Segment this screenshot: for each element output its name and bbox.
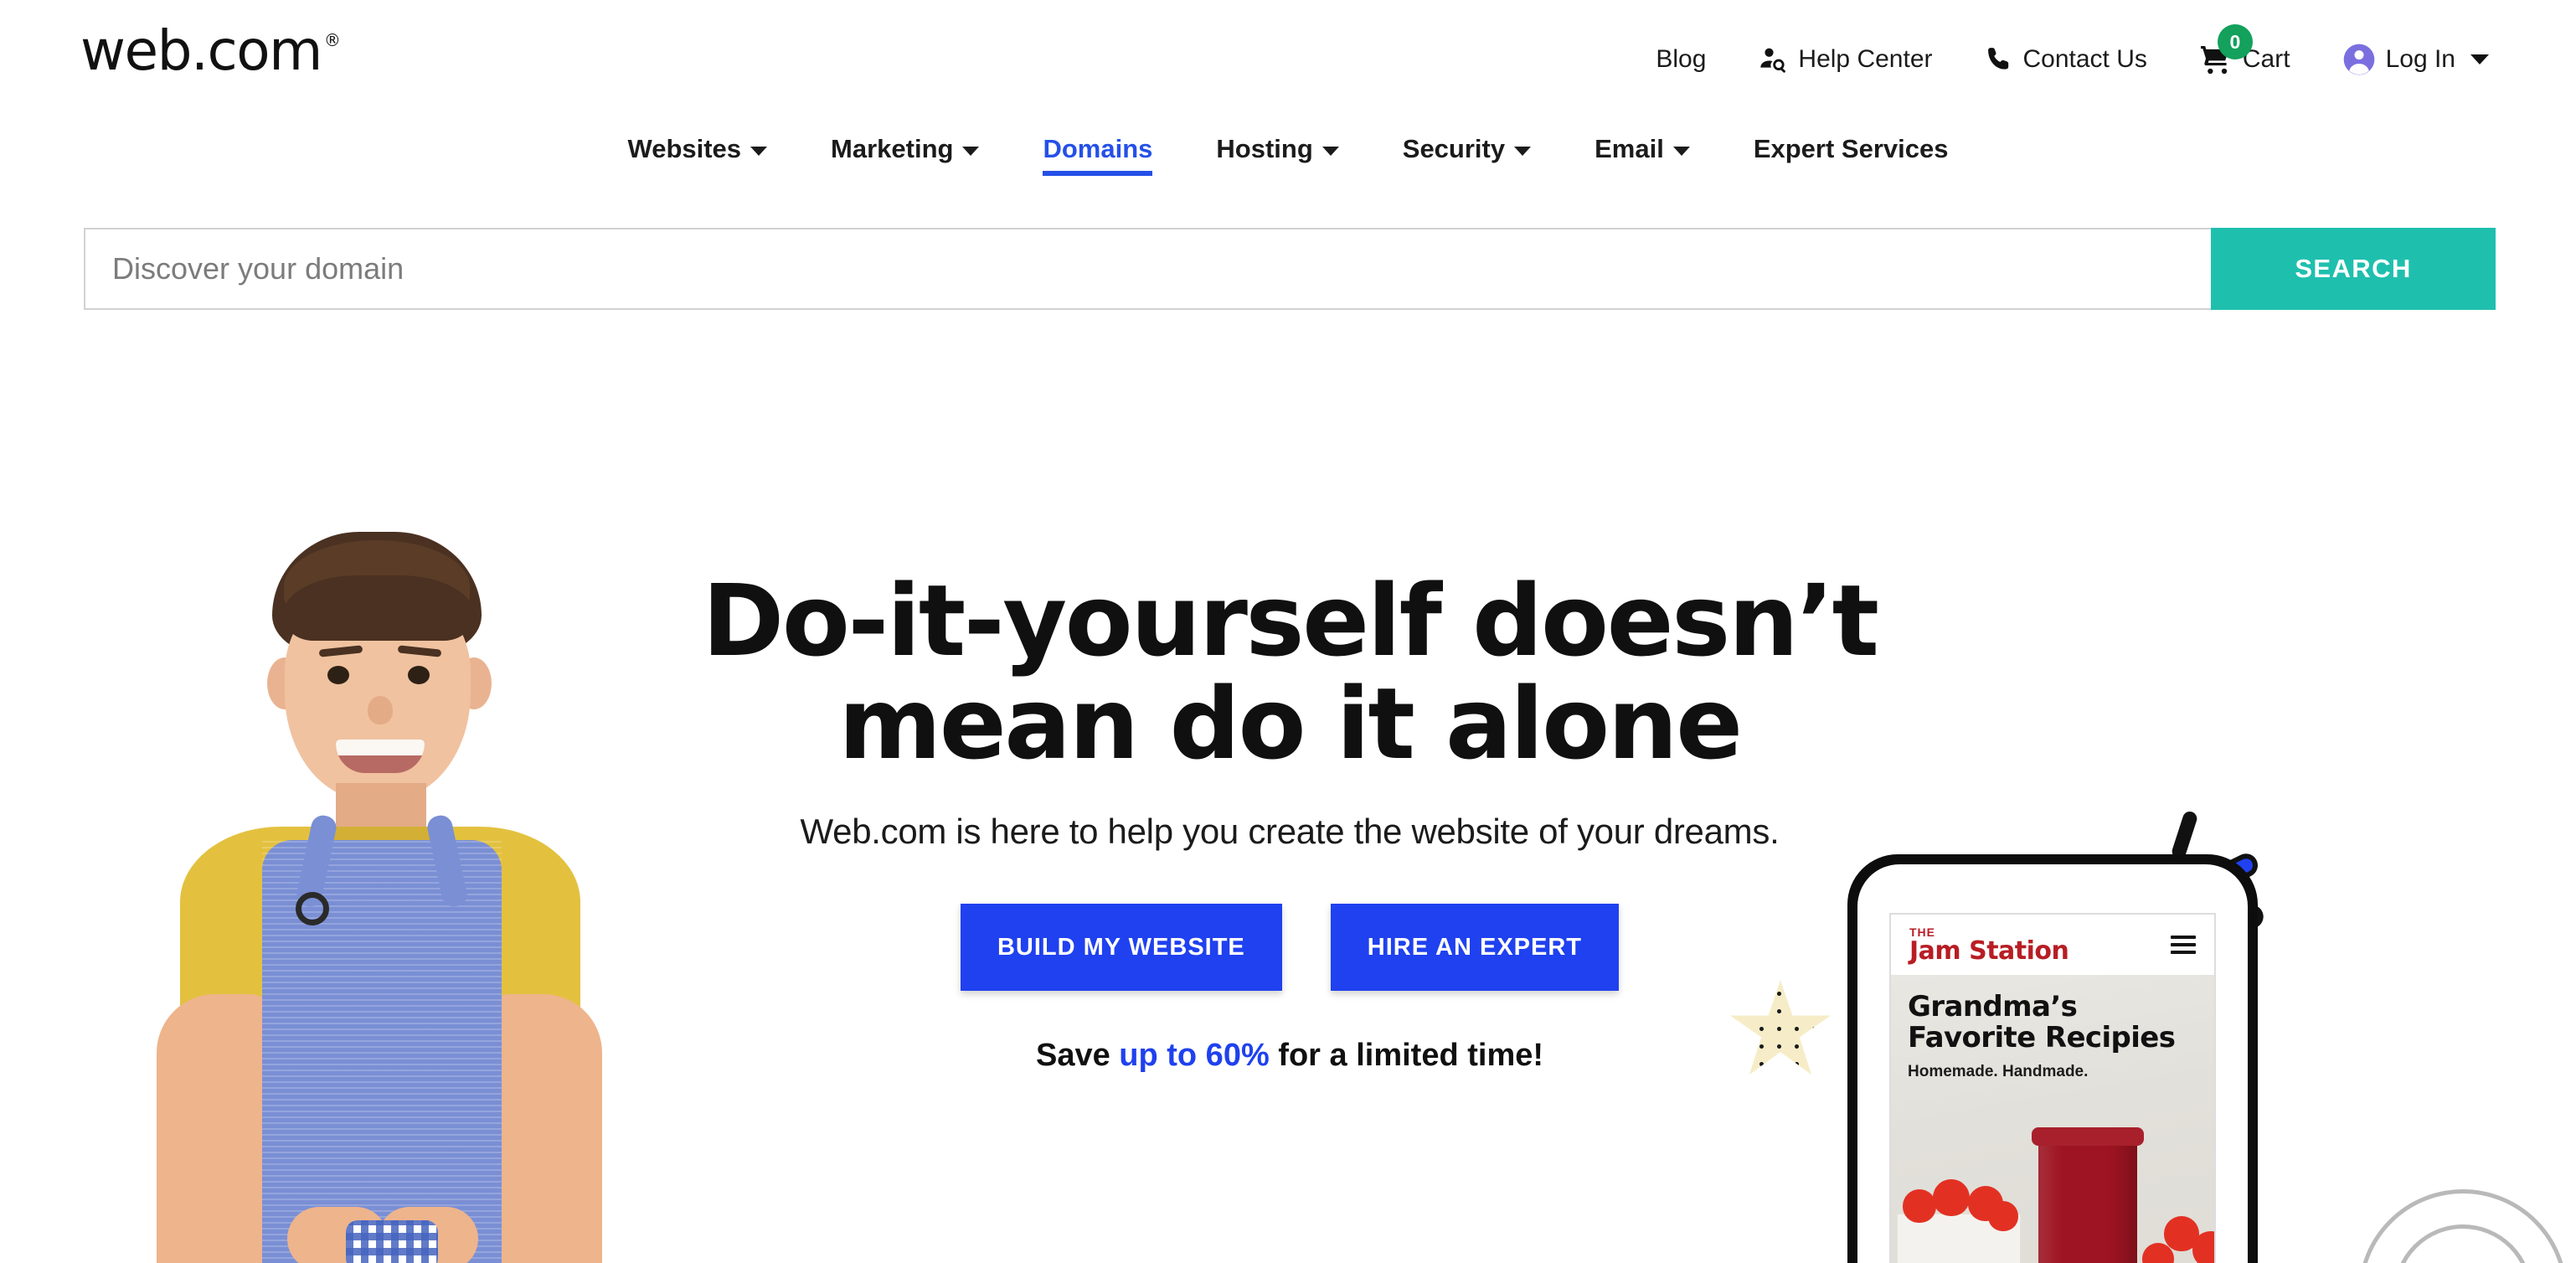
account-circle-icon: [2342, 43, 2376, 76]
site-logo[interactable]: web.com ®: [80, 23, 341, 79]
utility-item-blog[interactable]: Blog: [1656, 45, 1706, 74]
nav-item-label: Marketing: [831, 134, 954, 163]
nav-item-security[interactable]: Security: [1402, 134, 1532, 183]
nav-item-label: Security: [1402, 134, 1506, 163]
utility-nav: Blog Help Center Contact Us 0 Cart Log I…: [1656, 0, 2489, 119]
nav-item-hosting[interactable]: Hosting: [1216, 134, 1339, 183]
hamburger-icon[interactable]: [2171, 936, 2196, 954]
registered-mark: ®: [323, 30, 341, 50]
utility-item-contact-us[interactable]: Contact Us: [1985, 45, 2147, 74]
search-button[interactable]: SEARCH: [2211, 228, 2496, 310]
utility-item-label: Help Center: [1798, 45, 1933, 73]
promo-text: Save up to 60% for a limited time!: [636, 1038, 1943, 1074]
domain-search-bar: SEARCH: [84, 228, 2496, 310]
chevron-down-icon: [750, 146, 768, 156]
hero-title-line1: Do-it-yourself doesn’t: [702, 563, 1879, 678]
nav-item-email[interactable]: Email: [1595, 134, 1690, 183]
preview-hero: Grandma’s Favorite Recipies Homemade. Ha…: [1891, 975, 2214, 1263]
phone-mockup-area: THE Jam Station Grandma’s Favorite Recip…: [1730, 704, 2576, 1263]
promo-highlight: up to 60%: [1119, 1038, 1270, 1074]
build-my-website-button[interactable]: BUILD MY WEBSITE: [960, 904, 1282, 992]
nav-item-expert-services[interactable]: Expert Services: [1754, 134, 1949, 183]
cart-icon: 0: [2199, 24, 2253, 76]
nav-item-websites[interactable]: Websites: [628, 134, 768, 183]
chevron-down-icon: [1321, 146, 1339, 156]
utility-item-log-in[interactable]: Log In: [2342, 43, 2489, 76]
chevron-down-icon: [1672, 146, 1690, 156]
promo-prefix: Save: [1035, 1038, 1120, 1074]
nav-item-label: Email: [1595, 134, 1664, 163]
chevron-down-icon: [1514, 146, 1532, 156]
page-root: web.com ® Blog Help Center Contact Us 0 …: [0, 0, 2576, 1263]
chevron-down-icon: [962, 146, 980, 156]
promo-suffix: for a limited time!: [1269, 1038, 1544, 1074]
preview-hero-heading: Grandma’s Favorite Recipies: [1908, 990, 2176, 1055]
utility-item-cart[interactable]: 0 Cart: [2199, 24, 2290, 76]
nav-item-label: Expert Services: [1753, 134, 1949, 163]
preview-hero-heading-line1: Grandma’s: [1908, 990, 2078, 1023]
preview-site-logo[interactable]: THE Jam Station: [1909, 926, 2069, 964]
hero-subtitle: Web.com is here to help you create the w…: [800, 812, 1780, 852]
utility-bar: web.com ® Blog Help Center Contact Us 0 …: [0, 0, 2576, 119]
preview-hero-tagline: Homemade. Handmade.: [1908, 1062, 2089, 1080]
hero-title: Do-it-yourself doesn’t mean do it alone: [636, 570, 1943, 775]
nav-item-label: Hosting: [1216, 134, 1313, 163]
phone-screen: THE Jam Station Grandma’s Favorite Recip…: [1857, 864, 2248, 1263]
nav-item-label: Websites: [627, 134, 742, 163]
person-search-icon: [1758, 44, 1788, 75]
phone-icon: [1985, 45, 2013, 74]
hero-copy: Do-it-yourself doesn’t mean do it alone …: [636, 570, 1943, 1074]
preview-topbar: THE Jam Station: [1891, 915, 2214, 975]
cart-badge: 0: [2217, 24, 2253, 59]
utility-item-label: Contact Us: [2022, 45, 2147, 73]
preview-logo-name: Jam Station: [1909, 936, 2069, 966]
preview-jam-photo: [1891, 1099, 2214, 1263]
hero-cta-row: BUILD MY WEBSITE HIRE AN EXPERT: [636, 904, 1943, 992]
nav-item-label: Domains: [1043, 134, 1153, 163]
hire-an-expert-button[interactable]: HIRE AN EXPERT: [1330, 904, 1620, 992]
nav-item-domains[interactable]: Domains: [1043, 134, 1152, 183]
hero-section: Do-it-yourself doesn’t mean do it alone …: [0, 352, 2576, 1263]
utility-item-label: Log In: [2385, 45, 2455, 73]
utility-item-help-center[interactable]: Help Center: [1758, 44, 1933, 75]
utility-item-label: Blog: [1656, 45, 1707, 73]
phone-frame: THE Jam Station Grandma’s Favorite Recip…: [1847, 854, 2258, 1263]
preview-hero-heading-line2: Favorite Recipies: [1908, 1021, 2176, 1055]
phone-website-preview: THE Jam Station Grandma’s Favorite Recip…: [1889, 913, 2216, 1263]
chevron-down-icon: [2470, 54, 2489, 64]
hero-person-image: [80, 532, 666, 1263]
site-logo-text: web.com: [80, 18, 322, 83]
nav-item-marketing[interactable]: Marketing: [831, 134, 980, 183]
decorative-rings: [2358, 1189, 2576, 1263]
main-nav: Websites Marketing Domains Hosting Secur…: [0, 134, 2576, 194]
hero-title-line2: mean do it alone: [838, 665, 1743, 781]
search-input[interactable]: [84, 228, 2211, 310]
decorative-exclaim-icon: [2170, 809, 2199, 861]
preview-hero-text: Grandma’s Favorite Recipies Homemade. Ha…: [1908, 990, 2176, 1081]
